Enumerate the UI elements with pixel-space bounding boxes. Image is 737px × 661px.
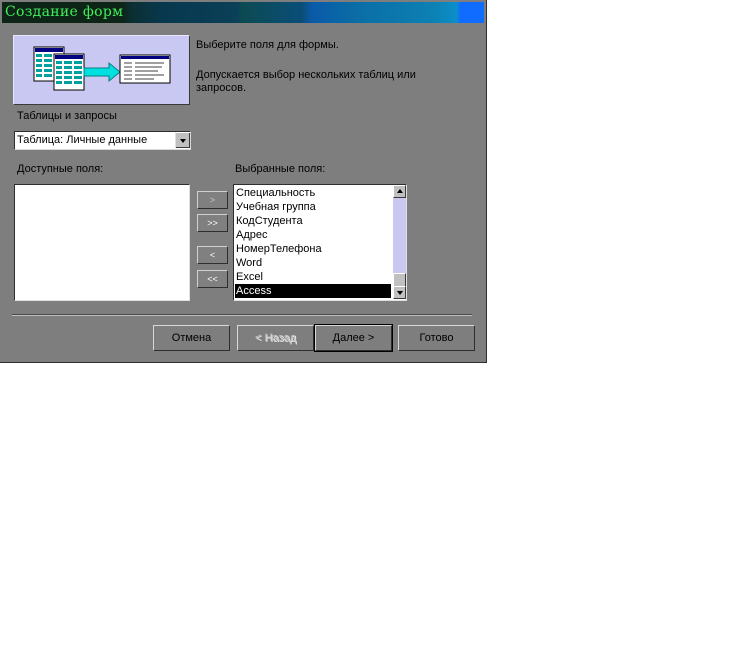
back-button[interactable]: < Назад [237, 325, 314, 351]
list-item[interactable]: Excel [236, 270, 263, 284]
selected-fields-list[interactable]: Специальность Учебная группа КодСтудента… [233, 184, 407, 301]
list-item[interactable]: Word [236, 256, 262, 270]
available-fields-list[interactable] [14, 184, 190, 301]
dropdown-arrow-icon[interactable] [175, 132, 190, 148]
finish-button[interactable]: Готово [398, 325, 475, 351]
add-all-fields-button[interactable]: >> [197, 214, 228, 232]
wizard-banner [13, 35, 190, 105]
remove-all-fields-button[interactable]: << [197, 270, 228, 288]
instruction-line-3: запросов. [196, 82, 246, 94]
list-item-selected[interactable]: Access [235, 284, 391, 298]
scroll-up-icon[interactable] [393, 185, 406, 198]
tables-label: Таблицы и запросы [17, 110, 117, 122]
selected-fields-label: Выбранные поля: [235, 163, 326, 175]
title-bar[interactable]: Создание форм [2, 2, 484, 23]
form-wizard-dialog: Создание форм Выберите поля для формы. Д… [0, 0, 487, 363]
instruction-line-1: Выберите поля для формы. [196, 39, 339, 51]
list-item[interactable]: Специальность [236, 186, 315, 200]
list-item[interactable]: НомерТелефона [236, 242, 322, 256]
cancel-button[interactable]: Отмена [153, 325, 230, 351]
cancel-button-label: Отмена [171, 332, 212, 344]
add-field-button[interactable]: > [197, 191, 228, 209]
list-item[interactable]: Учебная группа [236, 200, 316, 214]
list-item[interactable]: Адрес [236, 228, 268, 242]
tables-dropdown-value: Таблица: Личные данные [17, 134, 148, 146]
next-button[interactable]: Далее > [314, 324, 393, 352]
list-item[interactable]: КодСтудента [236, 214, 303, 228]
scroll-down-icon[interactable] [393, 286, 406, 299]
tables-dropdown[interactable]: Таблица: Личные данные [14, 131, 191, 150]
tables-to-form-icon [33, 46, 171, 91]
divider [12, 314, 472, 316]
finish-button-label: Готово [419, 332, 454, 344]
scroll-thumb[interactable] [393, 273, 406, 287]
next-button-label: Далее > [332, 332, 375, 344]
remove-field-button[interactable]: < [197, 246, 228, 264]
back-button-label: < Назад [255, 332, 296, 344]
available-fields-label: Доступные поля: [17, 163, 104, 175]
instruction-line-2: Допускается выбор нескольких таблиц или [196, 69, 416, 81]
vertical-scrollbar[interactable] [393, 185, 406, 299]
window-title: Создание форм [5, 4, 124, 20]
